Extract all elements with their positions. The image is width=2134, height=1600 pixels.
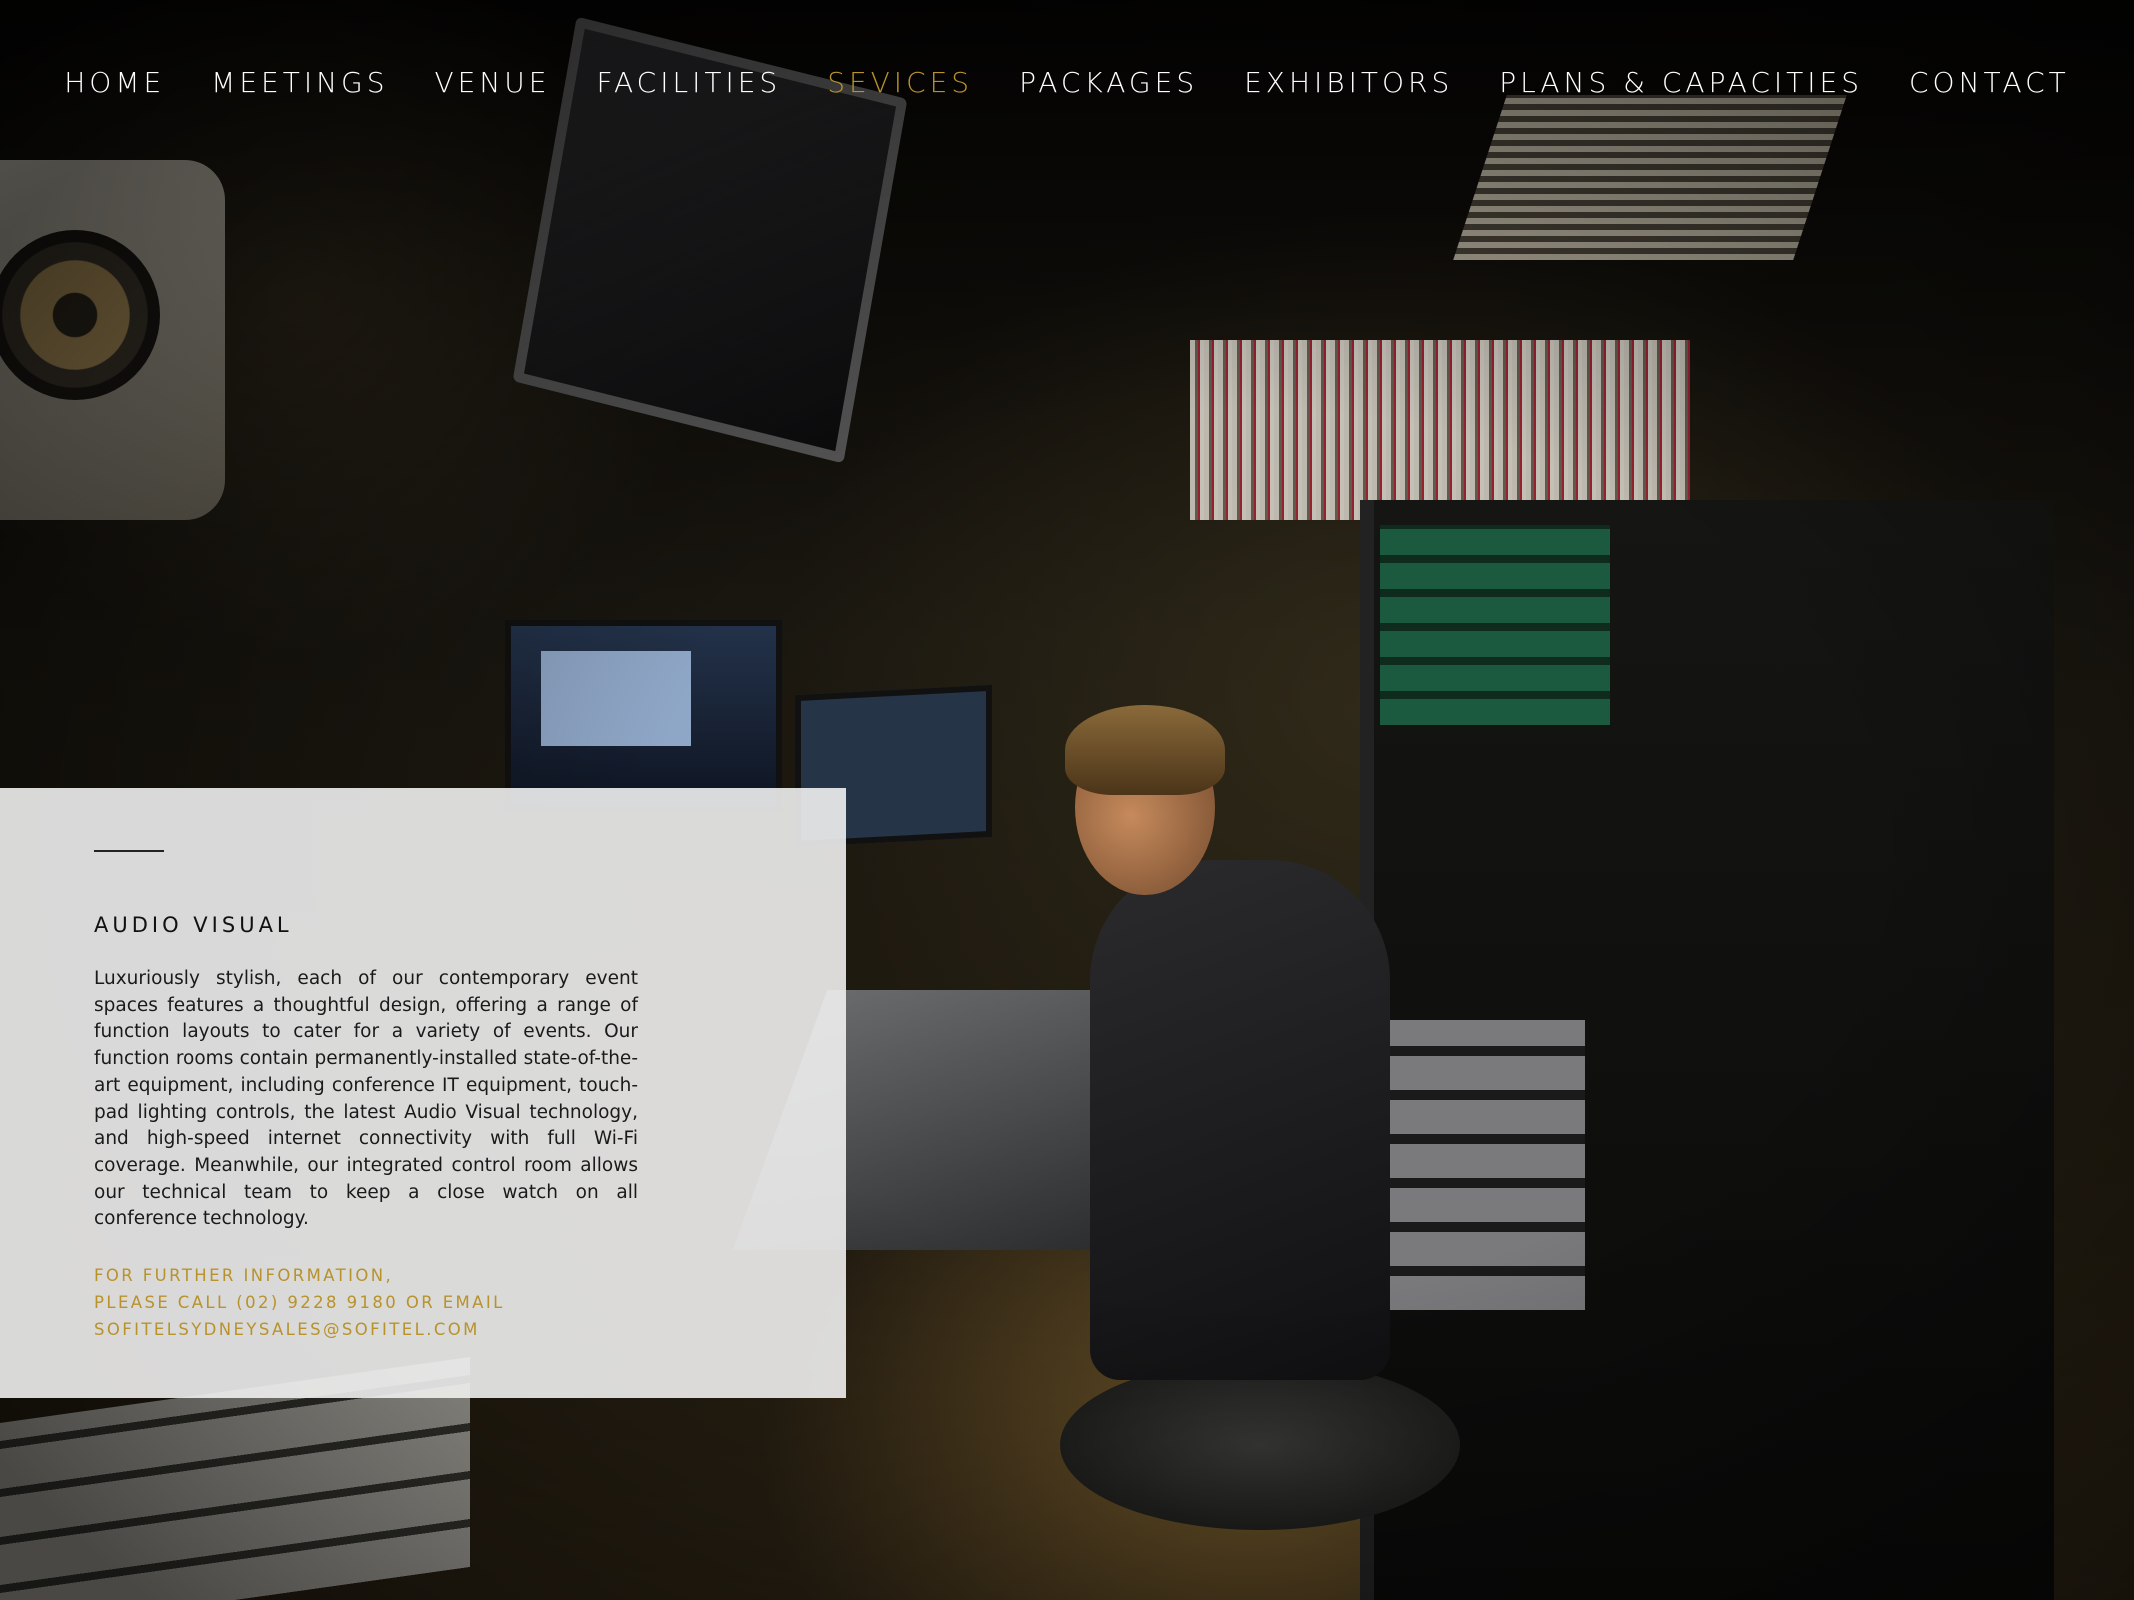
nav-venue[interactable]: VENUE [435,66,551,99]
nav-facilities[interactable]: FACILITIES [596,66,781,99]
nav-plans-capacities[interactable]: PLANS & CAPACITIES [1499,66,1863,99]
contact-info: FOR FURTHER INFORMATION, PLEASE CALL (02… [94,1262,505,1343]
main-nav: HOME MEETINGS VENUE FACILITIES SEVICES P… [0,66,2134,99]
panel-description: Luxuriously stylish, each of our contemp… [94,968,638,1230]
nav-home[interactable]: HOME [64,66,165,99]
nav-packages[interactable]: PACKAGES [1019,66,1198,99]
divider [94,850,164,852]
contact-line: PLEASE CALL (02) 9228 9180 OR EMAIL [94,1293,505,1312]
nav-exhibitors[interactable]: EXHIBITORS [1244,66,1453,99]
nav-services[interactable]: SEVICES [827,66,973,99]
contact-line: FOR FURTHER INFORMATION, [94,1266,394,1285]
info-panel: AUDIO VISUAL Luxuriously stylish, each o… [0,788,846,1398]
panel-title: AUDIO VISUAL [94,913,293,937]
nav-meetings[interactable]: MEETINGS [211,66,388,99]
contact-email[interactable]: SOFITELSYDNEYSALES@SOFITEL.COM [94,1316,505,1343]
nav-contact[interactable]: CONTACT [1909,66,2070,99]
